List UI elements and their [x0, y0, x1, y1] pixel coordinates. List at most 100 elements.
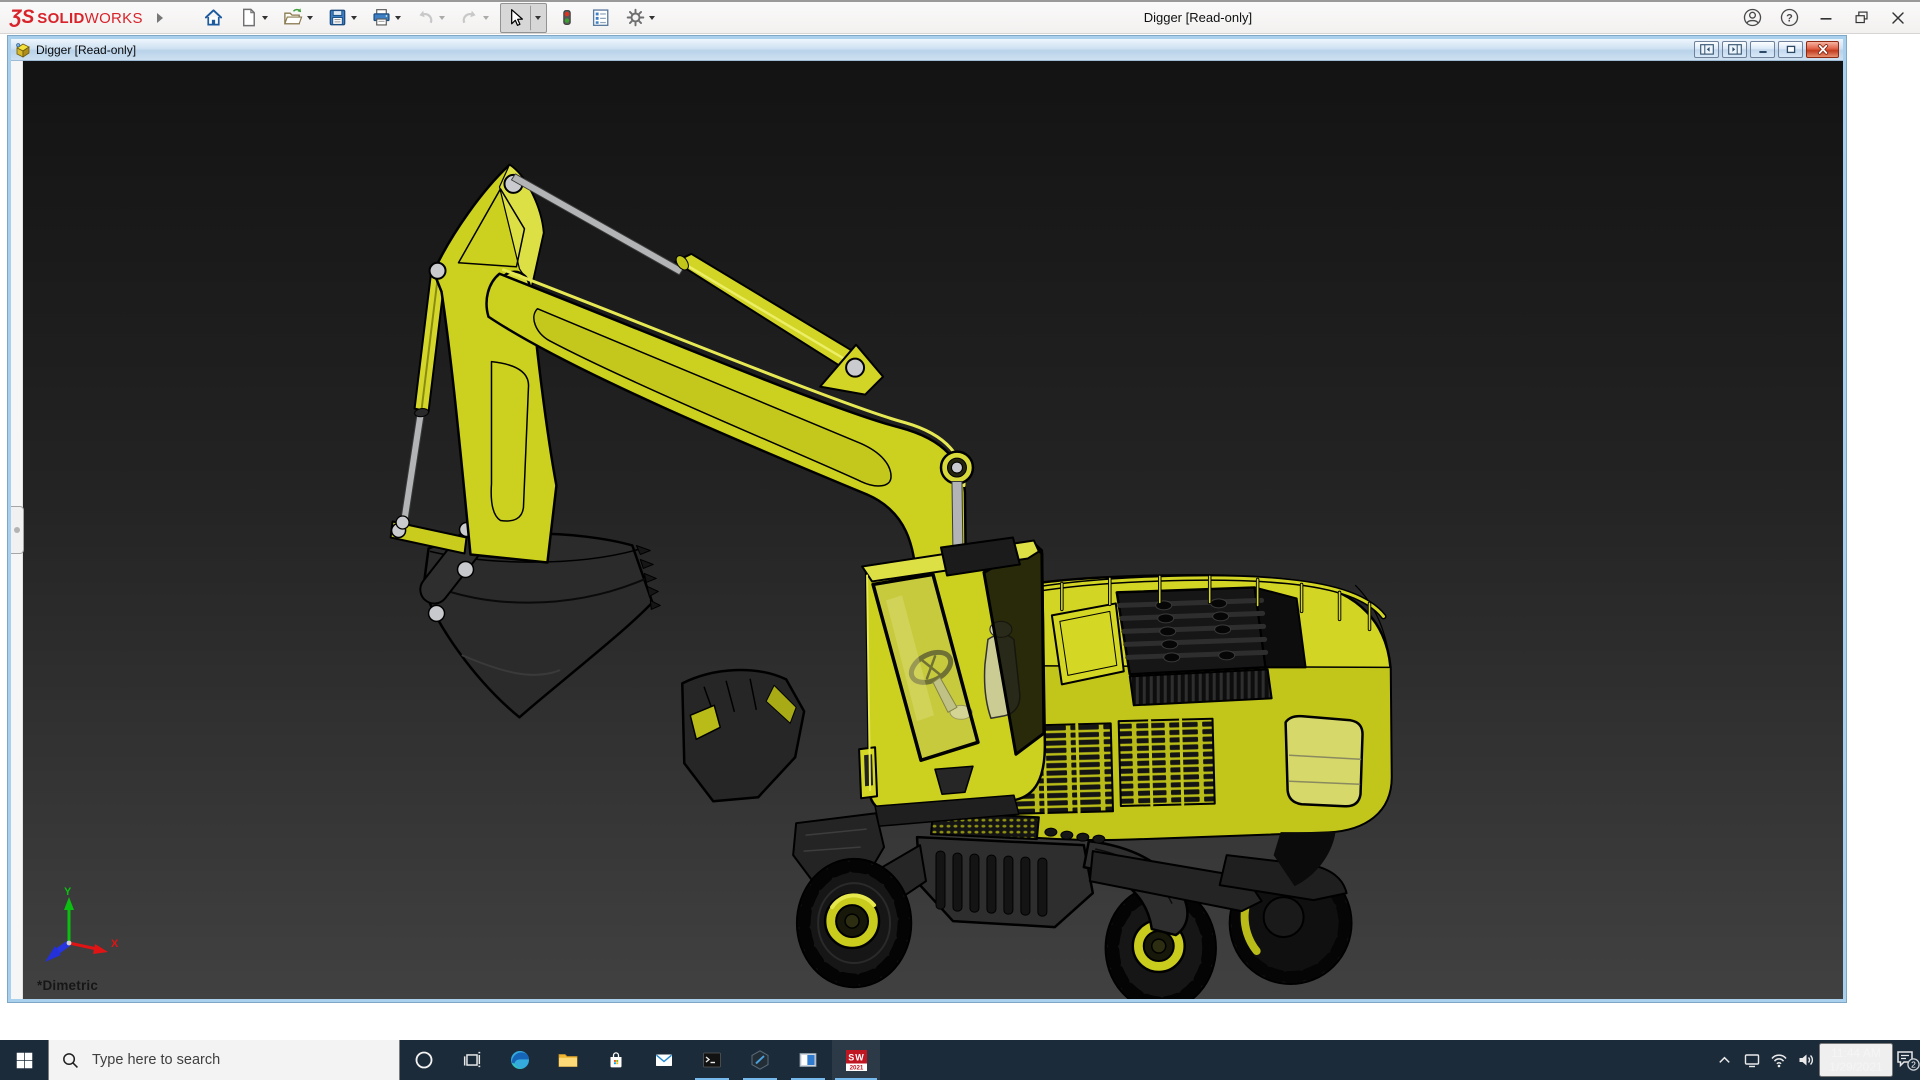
doc-toggle-right-pane-button[interactable]: [1722, 41, 1747, 58]
toolbar-options-button[interactable]: [621, 4, 659, 32]
toolbar-select-button[interactable]: [501, 4, 530, 32]
restore-button[interactable]: [1850, 6, 1874, 30]
display-icon: [1743, 1051, 1761, 1069]
doc-restore-icon: [1784, 44, 1798, 55]
search-input[interactable]: [90, 1051, 399, 1069]
x-axis-arrow: [93, 944, 108, 954]
restore-icon: [1852, 8, 1872, 28]
save-icon: [327, 7, 348, 28]
dropdown-caret-icon: [307, 16, 313, 20]
doc-toggle-left-pane-button[interactable]: [1694, 41, 1719, 58]
notification-icon: 2: [1894, 1048, 1920, 1072]
panel-splitter-tab[interactable]: [11, 506, 24, 554]
dropdown-caret-icon: [439, 16, 445, 20]
app-titlebar[interactable]: ƷS SOLID WORKS: [0, 0, 1920, 34]
tray-display-button[interactable]: [1738, 1051, 1765, 1069]
graphics-viewport[interactable]: Y X *Dimetric: [23, 61, 1843, 999]
front-left-wheel[interactable]: [797, 859, 911, 987]
windows-logo-icon: [16, 1052, 33, 1069]
taskbar-search[interactable]: [48, 1040, 400, 1080]
toolbar-new-button[interactable]: [234, 4, 272, 32]
taskbar-mail-button[interactable]: [640, 1040, 688, 1080]
taskbar-store-button[interactable]: [592, 1040, 640, 1080]
toolbar-open-button[interactable]: [278, 4, 317, 32]
y-axis-arrow: [64, 897, 74, 910]
doc-minimize-button[interactable]: [1750, 41, 1775, 58]
solidworks-2021-icon: SW 2021: [845, 1049, 868, 1072]
screen: ƷS SOLID WORKS: [0, 0, 1920, 1080]
ds-logo-mark: ƷS: [10, 7, 34, 29]
tray-network-button[interactable]: [1765, 1051, 1792, 1069]
toolbar-home-button[interactable]: [199, 4, 228, 32]
cab-component[interactable]: [859, 537, 1045, 826]
toolbar-print-button[interactable]: [367, 4, 405, 32]
undo-icon: [415, 7, 436, 28]
document-window: Digger [Read-only]: [8, 36, 1846, 1002]
logo-text-bold: SOLID: [37, 10, 84, 27]
close-icon: [1888, 8, 1908, 28]
dropdown-caret-icon: [395, 16, 401, 20]
taskbar-remote-desktop-button[interactable]: [784, 1040, 832, 1080]
new-document-icon: [238, 7, 259, 28]
toolbar-flyout-arrow-icon[interactable]: [157, 13, 163, 23]
taskbar-task-view-button[interactable]: [448, 1040, 496, 1080]
doc-close-icon: [1816, 44, 1830, 55]
microsoft-store-icon: [604, 1048, 628, 1072]
tray-clock[interactable]: 11:44 AM 1/29/2021: [1819, 1043, 1893, 1077]
orientation-triad: Y X: [33, 883, 129, 975]
svg-text:Y: Y: [64, 886, 72, 898]
cortana-icon: [413, 1049, 435, 1071]
toolbar-rebuild-button[interactable]: [554, 4, 580, 32]
toolbar-select-dropdown[interactable]: [530, 5, 546, 31]
toolbar-save-button[interactable]: [323, 4, 361, 32]
document-titlebar[interactable]: Digger [Read-only]: [11, 39, 1843, 61]
bucket-cylinder[interactable]: [396, 269, 445, 529]
volume-icon: [1797, 1051, 1815, 1069]
minimize-button[interactable]: [1814, 6, 1838, 30]
rebuild-traffic-light-icon: [558, 7, 576, 28]
svg-text:2021: 2021: [849, 1064, 863, 1071]
taskbar-command-prompt-button[interactable]: [688, 1040, 736, 1080]
svg-text:SW: SW: [848, 1052, 865, 1062]
chevron-up-icon: [1716, 1052, 1733, 1069]
toolbar-undo-button[interactable]: [411, 4, 449, 32]
taskbar: SW 2021: [0, 1040, 1920, 1080]
taskbar-solidworks-button[interactable]: SW 2021: [832, 1040, 880, 1080]
redo-icon: [459, 7, 480, 28]
edge-icon: [508, 1048, 532, 1072]
search-icon: [61, 1051, 80, 1070]
select-cursor-icon: [505, 7, 526, 28]
doc-close-button[interactable]: [1806, 41, 1839, 58]
file-explorer-icon: [556, 1048, 580, 1072]
taskbar-file-explorer-button[interactable]: [544, 1040, 592, 1080]
task-view-icon: [461, 1049, 483, 1071]
pane-left-icon: [1700, 44, 1714, 55]
svg-text:X: X: [111, 938, 119, 950]
toolbar-redo-button[interactable]: [455, 4, 493, 32]
dropdown-caret-icon: [351, 16, 357, 20]
taskbar-edrawings-button[interactable]: [736, 1040, 784, 1080]
dropdown-caret-icon: [535, 16, 541, 20]
taskbar-edge-button[interactable]: [496, 1040, 544, 1080]
gear-icon: [625, 7, 646, 28]
doc-restore-button[interactable]: [1778, 41, 1803, 58]
app-title: Digger [Read-only]: [662, 10, 1734, 25]
pane-right-icon: [1728, 44, 1742, 55]
svg-text:2: 2: [1911, 1060, 1916, 1070]
start-button[interactable]: [0, 1040, 48, 1080]
help-button[interactable]: ?: [1777, 5, 1802, 30]
logo-text-light: WORKS: [85, 10, 143, 27]
toolbar-file-properties-button[interactable]: [586, 4, 615, 32]
mail-icon: [652, 1048, 676, 1072]
account-button[interactable]: [1740, 5, 1765, 30]
stick-arm-component[interactable]: [430, 165, 557, 563]
close-button[interactable]: [1886, 6, 1910, 30]
dropdown-caret-icon: [262, 16, 268, 20]
assembly-icon: [15, 42, 31, 58]
help-icon: ?: [1779, 7, 1800, 28]
solidworks-logo: ƷS SOLID WORKS: [0, 7, 143, 29]
tray-hidden-icons-button[interactable]: [1711, 1052, 1738, 1069]
taskbar-cortana-button[interactable]: [400, 1040, 448, 1080]
tray-notifications-button[interactable]: 2: [1893, 1048, 1920, 1072]
tray-volume-button[interactable]: [1792, 1051, 1819, 1069]
